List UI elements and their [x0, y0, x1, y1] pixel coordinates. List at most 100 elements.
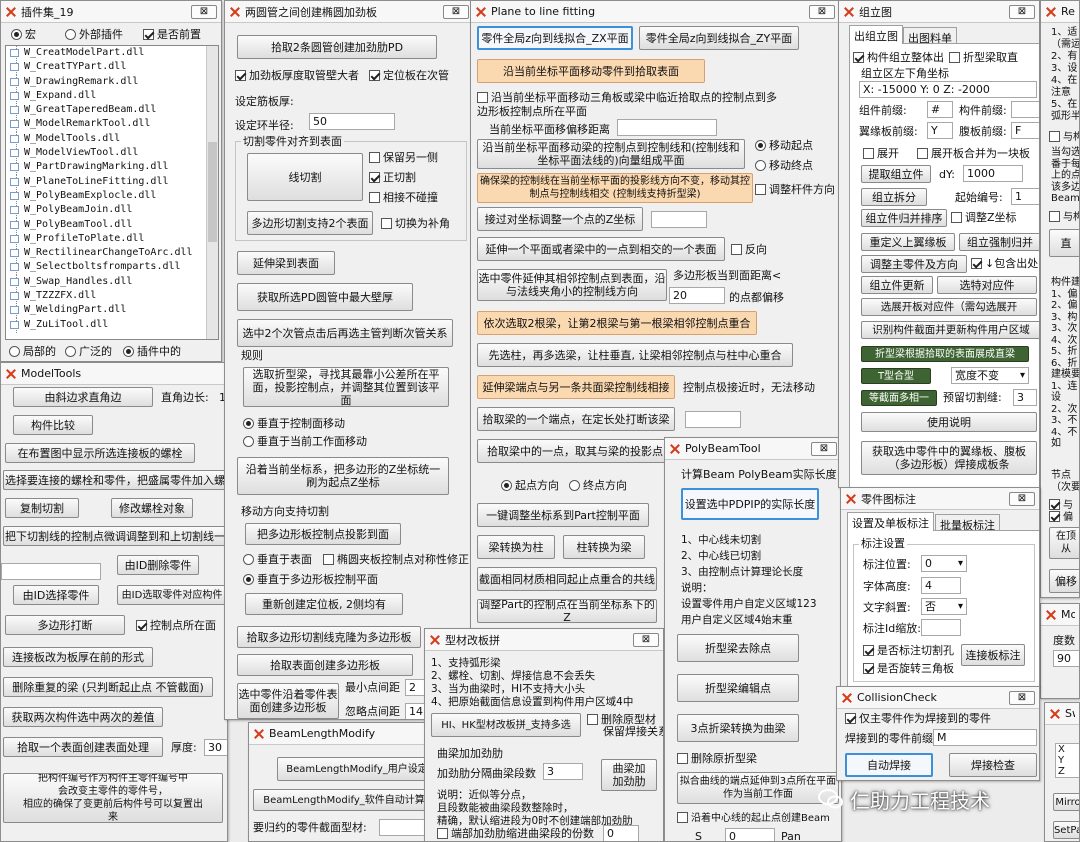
length-input[interactable]	[685, 411, 741, 428]
list-item[interactable]: W_PolyBeamJoin.dll	[6, 203, 218, 219]
delete-original-checkbox[interactable]: 删除原折型梁	[677, 752, 757, 766]
move-end-radio[interactable]: 移动终点	[755, 159, 813, 173]
start-number-input[interactable]: 1	[1011, 188, 1039, 205]
create-beam-checkbox[interactable]: 沿着中心线的起止点创建Beam	[677, 812, 830, 826]
tab-settings[interactable]: 设置及单板标注	[847, 512, 934, 531]
connect-plate-button[interactable]: 连接板改为板厚在前的形式	[3, 647, 153, 667]
convert-plate-button[interactable]: HI、HK型材改板拼_支持多选	[431, 713, 581, 737]
weld-plate-button[interactable]: 获取选中零件中的翼缘板、腹板（多边形板）焊接成板条	[861, 441, 1037, 475]
origin-coords[interactable]: X: -15000 Y: 0 Z: -2000	[859, 81, 1037, 98]
degree-input[interactable]: 90	[1053, 650, 1079, 667]
list-item[interactable]: W_CreatTYPart.dll	[6, 60, 218, 76]
project-point-button[interactable]: 拾取梁中的一点，取其与梁的投影点	[477, 439, 673, 463]
identify-section-button[interactable]: 识别构件截面并更新构件用户区域	[861, 321, 1039, 339]
list-item[interactable]: W_PartDrawingMarking.dll	[6, 160, 218, 176]
close-button[interactable]: ⊠	[443, 4, 469, 19]
show-bolts-button[interactable]: 在布置图中显示所选连接板的螺栓	[5, 443, 195, 463]
assembly-number-button[interactable]: 把构件编号作为构件主零件编号中 会改变主零件的零件号， 相应的确保了变更前后构件…	[3, 773, 223, 823]
compare-button[interactable]: 构件比较	[13, 415, 93, 435]
line-cut-button[interactable]: 线切割	[247, 153, 363, 201]
select-by-id-button[interactable]: 由ID选择零件	[13, 585, 99, 605]
extract-button[interactable]: 提取组立件	[861, 165, 931, 183]
rect-button-1[interactable]: 直	[1049, 229, 1079, 257]
list-item[interactable]: W_GreatTaperedBeam.dll	[6, 103, 218, 119]
select-unfolded-button[interactable]: 选展开板对应件（需勾选展开	[861, 298, 1037, 316]
adjust-main-part-button[interactable]: 调整主零件及方向	[861, 255, 967, 273]
clone-cutline-button[interactable]: 拾取多边形切割线克隆为多边形板	[237, 626, 421, 648]
list-item[interactable]: W_PolyBeamTool.dll	[6, 217, 218, 233]
force-merge-button[interactable]: 组立强制归并	[959, 233, 1039, 251]
weld-prefix-input[interactable]: M	[933, 729, 1037, 746]
close-button[interactable]: ⊠	[811, 441, 837, 456]
adjust-dir-checkbox[interactable]: 调整杆件方向	[755, 183, 835, 197]
flush-z-button[interactable]: 沿着当前坐标系，把多边形的Z坐标统一刷为起点Z坐标	[237, 457, 449, 495]
align-beams-button[interactable]: 依次选取2根梁，让第2根梁与第一根梁相邻控制点重合	[477, 311, 757, 335]
radio-external[interactable]: 外部插件	[65, 28, 123, 42]
redefine-flange-button[interactable]: 重定义上翼缘板	[861, 233, 955, 251]
list-item[interactable]: W_ModelRemarkTool.dll	[6, 117, 218, 133]
connection-plate-button[interactable]: 连接板标注	[961, 644, 1025, 666]
keep-other-side-checkbox[interactable]: 保留另一侧	[369, 151, 438, 165]
list-item[interactable]: W_DrawingRemark.dll	[6, 74, 218, 90]
move-to-surface-button[interactable]: 沿当前坐标平面移动零件到拾取表面	[477, 59, 705, 83]
set-length-button[interactable]: 设置选中PDPIP的实际长度	[681, 488, 819, 520]
complement-checkbox[interactable]: 切换为补角	[381, 217, 450, 231]
positive-cut-checkbox[interactable]: 正切割	[369, 171, 416, 185]
delete-duplicate-button[interactable]: 删除重复的梁 (只判断起止点 不管截面)	[3, 677, 213, 697]
end-dir-radio[interactable]: 终点方向	[569, 479, 627, 493]
move-ctrl-point-button[interactable]: 沿当前坐标平面移动梁的控制点到控制线和(控制线和坐标平面法线的)向量组成平面	[477, 139, 745, 169]
modify-bolt-button[interactable]: 修改螺栓对象	[111, 498, 193, 518]
adjust-part-z-button[interactable]: 调整Part的控制点在当前坐标系下的Z	[477, 599, 657, 623]
polygon-cut-button[interactable]: 多边形切割支持2个表面	[247, 211, 373, 235]
extend-neighbor-button[interactable]: 选中零件延伸其相邻控制点到表面，沿与法线夹角小的控制线方向	[477, 269, 667, 301]
radio-plugin[interactable]: 插件中的	[123, 345, 181, 359]
equal-section-button[interactable]: 等截面多相一	[861, 390, 937, 406]
to-curve-button[interactable]: 3点折梁转换为曲梁	[677, 714, 799, 742]
edit-point-button[interactable]: 折型梁编辑点	[677, 674, 799, 702]
perp-ctrl-radio[interactable]: 垂直于控制面移动	[243, 417, 345, 431]
list-item[interactable]: W_CreatModelPart.dll	[6, 46, 218, 62]
list-scrollbar[interactable]	[206, 46, 218, 339]
list-item[interactable]: W_Swap_Handles.dll	[6, 274, 218, 291]
offset-input[interactable]	[617, 119, 717, 136]
extend-point-button[interactable]: 延伸一个平面或者梁中的一点到相交的一个表面	[477, 237, 725, 261]
no-collision-checkbox[interactable]: 相接不碰撞	[369, 191, 438, 205]
close-button[interactable]: ⊠	[809, 4, 835, 19]
weld-check-button[interactable]: 焊接检查	[949, 753, 1037, 777]
beam-to-column-button[interactable]: 梁转换为柱	[477, 535, 555, 559]
part-surface-plate-button[interactable]: 选中零件沿着零件表面创建多边形板	[237, 683, 339, 719]
auto-weld-button[interactable]: 自动焊接	[845, 753, 933, 777]
checkbox-topmost[interactable]: 是否前置	[143, 28, 201, 42]
surface-plate-button[interactable]: 拾取表面创建多边形板	[237, 654, 413, 676]
list-item[interactable]: W_PolyBeamExplocle.dll	[6, 188, 218, 205]
list-item[interactable]: W_Selectboltsfromparts.dll	[6, 260, 218, 276]
merge-checkbox[interactable]: 展开板合并为一块板	[917, 147, 1030, 161]
beam-length-auto-button[interactable]: BeamLengthModify_软件自动计算	[253, 789, 433, 811]
close-button[interactable]: ⊠	[1009, 491, 1035, 506]
column-to-beam-button[interactable]: 柱转换为梁	[563, 535, 645, 559]
fit-zx-button[interactable]: 零件全局z向到线拟合_ZX平面	[477, 26, 633, 50]
close-button[interactable]: ⊠	[633, 632, 659, 647]
indent-checkbox[interactable]: 端部加劲肋缩进曲梁段的份数	[437, 827, 594, 841]
perp-surface-radio[interactable]: 垂直于表面	[243, 553, 312, 567]
segments-input[interactable]: 3	[543, 763, 583, 780]
list-item[interactable]: W_ModelViewTool.dll	[6, 146, 218, 162]
instructions-button[interactable]: 使用说明	[861, 412, 1037, 432]
symmetry-fix-checkbox[interactable]: 椭圆夹板控制点对称性修正	[323, 553, 469, 567]
ctrl-plane-checkbox[interactable]: 控制点所在面	[136, 619, 216, 633]
whole-output-checkbox[interactable]: 构件组立整体出	[853, 51, 944, 65]
include-checkbox[interactable]: ↓包含出处	[971, 257, 1038, 271]
main-part-only-checkbox[interactable]: 仅主零件作为焊接到的零件	[845, 712, 991, 726]
assembly-prefix-input[interactable]	[1011, 101, 1039, 118]
width-dropdown[interactable]: 宽度不变	[951, 367, 1029, 384]
extend-beam-end-button[interactable]: 延伸梁端点与另一条共面梁控制线相接	[477, 375, 675, 399]
merge-sort-button[interactable]: 组立件归并排序	[861, 209, 947, 227]
close-button[interactable]: ⊠	[1009, 4, 1035, 19]
adjust-cutline-button[interactable]: 把下切割线的控制点微调调整到和上切割线一	[3, 526, 227, 546]
rect-checkbox-1[interactable]: 与构	[1049, 131, 1079, 145]
rect-button-3[interactable]: 偏移	[1049, 569, 1079, 593]
adjust-z-checkbox[interactable]: 调整Z坐标	[951, 211, 1017, 225]
column-beam-button[interactable]: 先选柱，再多选梁，让柱垂直, 让梁相邻控制点与柱中心重合	[477, 343, 793, 367]
list-item[interactable]: W_ProfileToPlate.dll	[6, 231, 218, 248]
z-input[interactable]	[651, 211, 707, 228]
